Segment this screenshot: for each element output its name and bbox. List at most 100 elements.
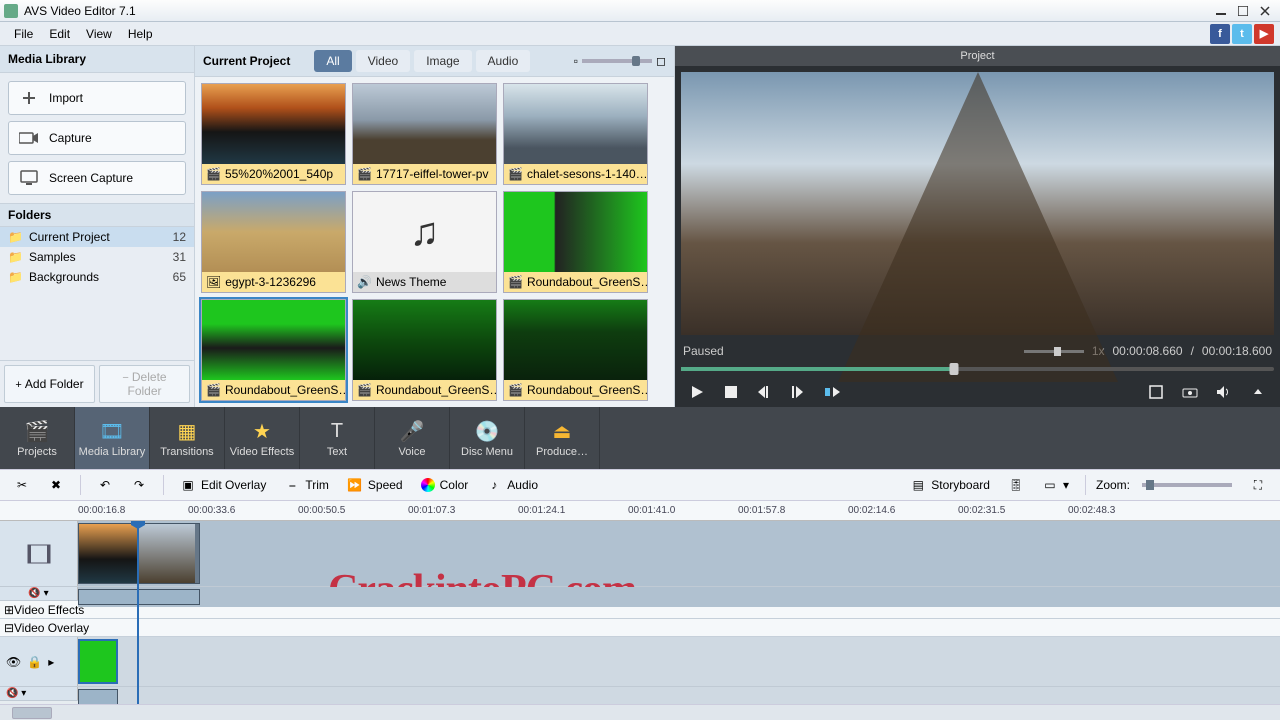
- twitter-icon[interactable]: t: [1232, 24, 1252, 44]
- overlay-lane[interactable]: [78, 637, 1280, 686]
- delete-folder-button[interactable]: − Delete Folder: [99, 365, 190, 403]
- thumb-caption: chalet-sesons-1-140…: [527, 167, 647, 181]
- aspect-button[interactable]: ▭▾: [1036, 474, 1075, 496]
- color-button[interactable]: Color: [415, 475, 475, 495]
- mode-disc-menu[interactable]: 💿 Disc Menu: [450, 407, 525, 469]
- overlay-track-head[interactable]: 👁 🔒 ▸: [0, 637, 78, 686]
- minimize-button[interactable]: [1210, 2, 1232, 20]
- eye-icon[interactable]: 👁: [6, 655, 21, 669]
- playback-mode-button[interactable]: [819, 381, 847, 403]
- audio-button[interactable]: ♪Audio: [480, 474, 544, 496]
- mode-text[interactable]: TText: [300, 407, 375, 469]
- youtube-icon[interactable]: ▶: [1254, 24, 1274, 44]
- mode-icon: 🎤: [398, 418, 426, 444]
- storyboard-button[interactable]: ▤Storyboard: [904, 474, 996, 496]
- maximize-button[interactable]: [1232, 2, 1254, 20]
- color-icon: [421, 478, 435, 492]
- filter-audio[interactable]: Audio: [476, 50, 531, 72]
- screen-capture-button[interactable]: Screen Capture: [8, 161, 186, 195]
- filter-all[interactable]: All: [314, 50, 351, 72]
- gallery-thumb[interactable]: 🎬chalet-sesons-1-140…: [503, 83, 648, 185]
- video-overlay-track-label[interactable]: ⊟Video Overlay: [0, 619, 1280, 637]
- close-button[interactable]: [1254, 2, 1276, 20]
- thumb-caption: News Theme: [376, 275, 446, 289]
- mode-media-library[interactable]: 🎞Media Library: [75, 407, 150, 469]
- speed-slider[interactable]: [1024, 350, 1084, 353]
- import-button[interactable]: Import: [8, 81, 186, 115]
- undo-button[interactable]: ↶: [91, 474, 119, 496]
- lock-icon[interactable]: 🔒: [27, 655, 42, 669]
- overlay-audio-head[interactable]: 🔇 ▾: [0, 687, 78, 700]
- overlay-clip[interactable]: [78, 639, 118, 684]
- fullscreen-button[interactable]: [1142, 381, 1170, 403]
- gallery-thumb[interactable]: 🎬Roundabout_GreenS…: [352, 299, 497, 401]
- timeline-clip[interactable]: [78, 523, 200, 584]
- main-audio-lane[interactable]: [78, 587, 1280, 607]
- folder-backgrounds[interactable]: 📁 Backgrounds 65: [0, 267, 194, 287]
- gallery-thumb[interactable]: 🖼egypt-3-1236296: [201, 191, 346, 293]
- mode-icon: 💿: [473, 418, 501, 444]
- camera-icon: [19, 130, 39, 146]
- filter-image[interactable]: Image: [414, 50, 471, 72]
- folder-count: 65: [173, 270, 186, 284]
- gallery-thumb[interactable]: ♫🔊News Theme: [352, 191, 497, 293]
- playhead[interactable]: [137, 521, 139, 704]
- mode-voice[interactable]: 🎤Voice: [375, 407, 450, 469]
- mode-produce-[interactable]: ⏏Produce…: [525, 407, 600, 469]
- edit-overlay-button[interactable]: ▣Edit Overlay: [174, 474, 272, 496]
- folder-samples[interactable]: 📁 Samples 31: [0, 247, 194, 267]
- facebook-icon[interactable]: f: [1210, 24, 1230, 44]
- prev-frame-button[interactable]: [751, 381, 779, 403]
- timeline-zoom-slider[interactable]: [1142, 483, 1232, 487]
- thumb-small-icon[interactable]: ▫: [574, 54, 578, 68]
- main-video-lane[interactable]: CrackintoPC.com: [78, 521, 1280, 586]
- mode-projects[interactable]: 🎬Projects: [0, 407, 75, 469]
- volume-menu-button[interactable]: [1244, 381, 1272, 403]
- media-type-icon: 🎬: [508, 383, 523, 397]
- split-button[interactable]: ✂: [8, 474, 36, 496]
- mode-label: Disc Menu: [461, 446, 513, 458]
- ruler-tick: 00:00:50.5: [298, 505, 345, 516]
- gallery-thumb[interactable]: 🎬17717-eiffel-tower-pv: [352, 83, 497, 185]
- capture-button[interactable]: Capture: [8, 121, 186, 155]
- ruler-tick: 00:01:24.1: [518, 505, 565, 516]
- seek-bar[interactable]: [681, 361, 1274, 377]
- timeline-ruler[interactable]: 00:00:16.800:00:33.600:00:50.500:01:07.3…: [0, 501, 1280, 521]
- volume-button[interactable]: [1210, 381, 1238, 403]
- overlay-audio-clip[interactable]: [78, 689, 118, 704]
- stop-button[interactable]: [717, 381, 745, 403]
- main-audio-track-head[interactable]: 🔇 ▾: [0, 587, 78, 600]
- menu-help[interactable]: Help: [120, 25, 161, 43]
- thumb-zoom-slider[interactable]: [582, 59, 652, 63]
- overlay-audio-lane[interactable]: [78, 687, 1280, 704]
- fit-zoom-button[interactable]: ⛶: [1244, 474, 1272, 496]
- delete-button[interactable]: ✖: [42, 474, 70, 496]
- gallery-thumb[interactable]: 🎬55%20%2001_540p: [201, 83, 346, 185]
- speed-button[interactable]: ⏩Speed: [341, 474, 409, 496]
- snapshot-button[interactable]: [1176, 381, 1204, 403]
- media-type-icon: 🖼: [206, 275, 221, 289]
- gallery-thumb[interactable]: 🎬Roundabout_GreenS…: [503, 299, 648, 401]
- preview-viewport[interactable]: [681, 72, 1274, 335]
- ruler-tick: 00:01:57.8: [738, 505, 785, 516]
- menu-edit[interactable]: Edit: [41, 25, 78, 43]
- menu-view[interactable]: View: [78, 25, 120, 43]
- thumb-large-icon[interactable]: ◻: [656, 54, 666, 68]
- gallery-thumb[interactable]: 🎬Roundabout_GreenS…: [201, 299, 346, 401]
- folder-current-project[interactable]: 📁 Current Project 12: [0, 227, 194, 247]
- play-button[interactable]: [683, 381, 711, 403]
- filter-video[interactable]: Video: [356, 50, 410, 72]
- timeline-audio-clip[interactable]: [78, 589, 200, 605]
- menu-file[interactable]: File: [6, 25, 41, 43]
- ruler-tick: 00:02:31.5: [958, 505, 1005, 516]
- add-folder-button[interactable]: + Add Folder: [4, 365, 95, 403]
- trim-button[interactable]: ⎯Trim: [278, 474, 335, 496]
- next-frame-button[interactable]: [785, 381, 813, 403]
- gallery-thumb[interactable]: 🎬Roundabout_GreenS…: [503, 191, 648, 293]
- redo-button[interactable]: ↷: [125, 474, 153, 496]
- mode-video-effects[interactable]: ★Video Effects: [225, 407, 300, 469]
- volume-mix-button[interactable]: 🎚: [1002, 474, 1030, 496]
- mode-transitions[interactable]: ▦Transitions: [150, 407, 225, 469]
- main-video-track-head[interactable]: [0, 521, 78, 586]
- horizontal-scrollbar[interactable]: [0, 704, 1280, 720]
